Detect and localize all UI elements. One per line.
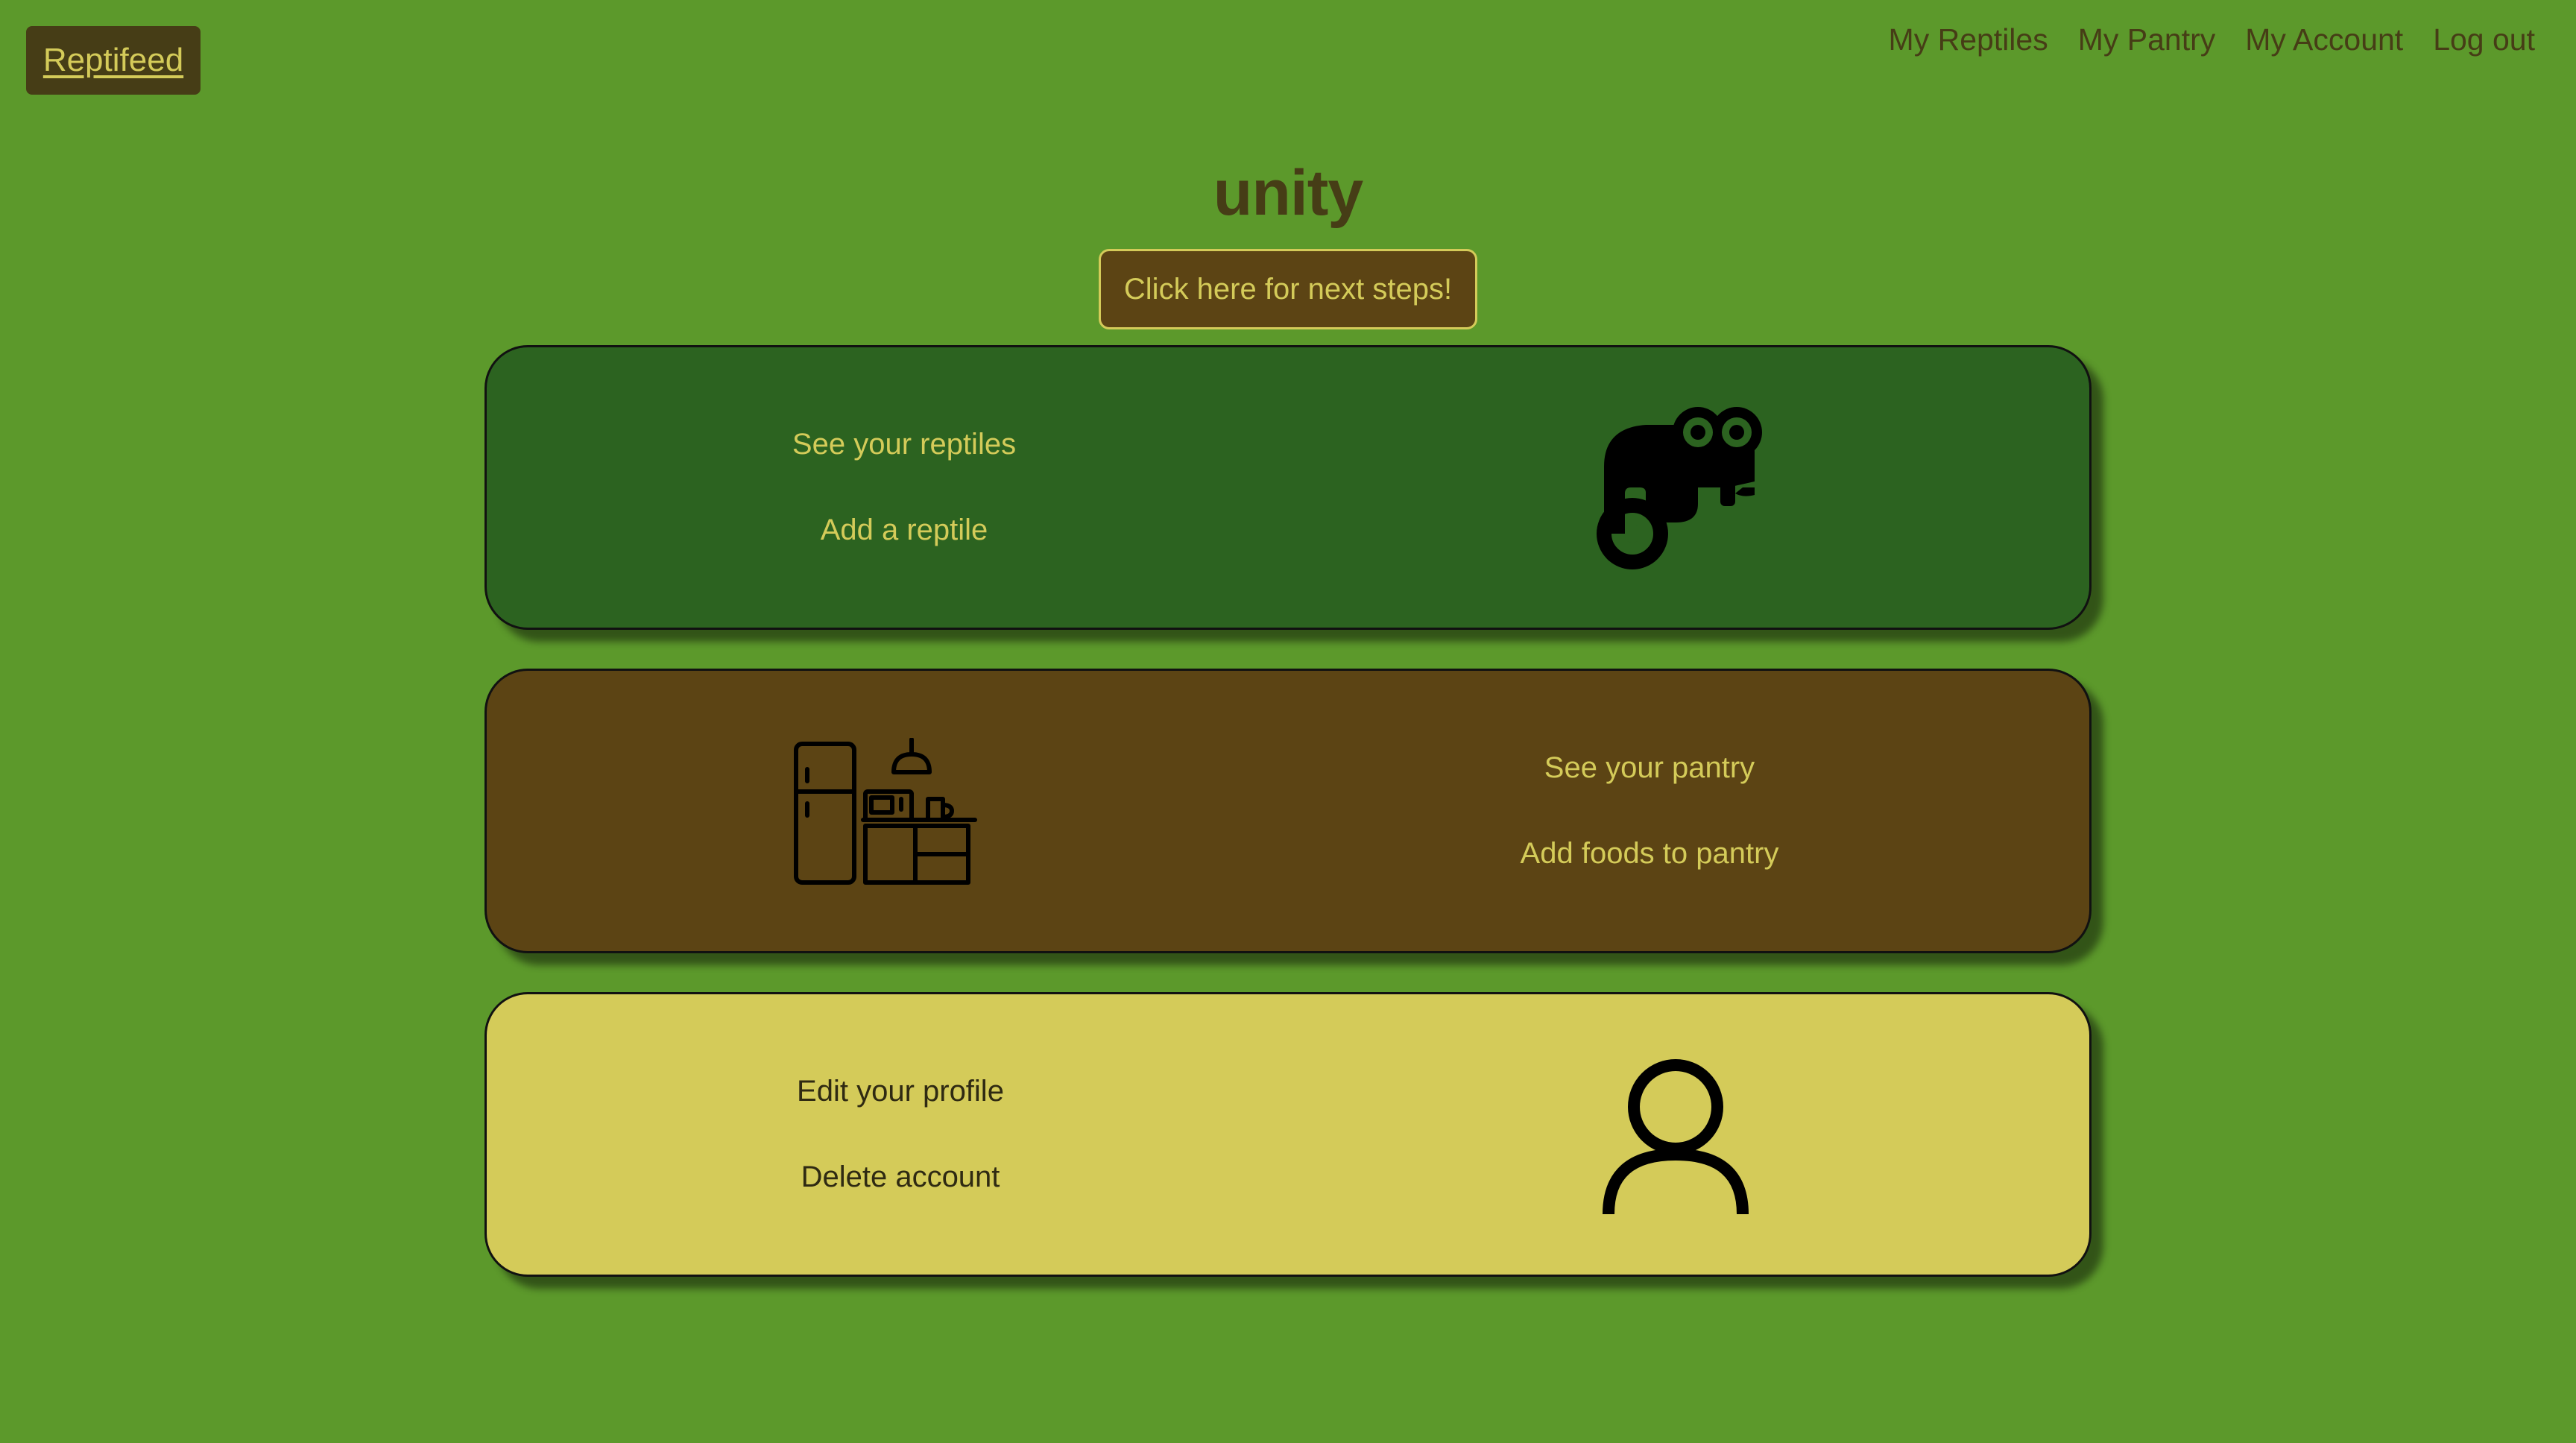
kitchen-icon bbox=[794, 738, 977, 885]
pantry-card: See your pantry Add foods to pantry bbox=[484, 669, 2092, 953]
reptiles-links: See your reptiles Add a reptile bbox=[487, 347, 1322, 628]
see-reptiles-link[interactable]: See your reptiles bbox=[792, 428, 1016, 461]
reptiles-card: See your reptiles Add a reptile bbox=[484, 345, 2092, 630]
account-card: Edit your profile Delete account bbox=[484, 992, 2092, 1277]
pantry-links: See your pantry Add foods to pantry bbox=[1232, 671, 2067, 951]
add-reptile-link[interactable]: Add a reptile bbox=[821, 514, 988, 547]
nav-my-account[interactable]: My Account bbox=[2245, 22, 2403, 57]
chameleon-icon bbox=[1597, 407, 1762, 569]
brand-logo-link[interactable]: Reptifeed bbox=[26, 26, 201, 95]
add-foods-link[interactable]: Add foods to pantry bbox=[1521, 837, 1779, 871]
user-icon bbox=[1603, 1059, 1749, 1214]
page-title: unity bbox=[1213, 157, 1363, 229]
top-nav: My Reptiles My Pantry My Account Log out bbox=[1889, 22, 2535, 57]
see-pantry-link[interactable]: See your pantry bbox=[1544, 751, 1755, 785]
delete-account-link[interactable]: Delete account bbox=[801, 1161, 1000, 1194]
nav-my-reptiles[interactable]: My Reptiles bbox=[1889, 22, 2048, 57]
edit-profile-link[interactable]: Edit your profile bbox=[797, 1075, 1004, 1108]
nav-log-out[interactable]: Log out bbox=[2433, 22, 2535, 57]
account-links: Edit your profile Delete account bbox=[487, 994, 1314, 1275]
next-steps-button[interactable]: Click here for next steps! bbox=[1099, 249, 1477, 329]
nav-my-pantry[interactable]: My Pantry bbox=[2078, 22, 2216, 57]
